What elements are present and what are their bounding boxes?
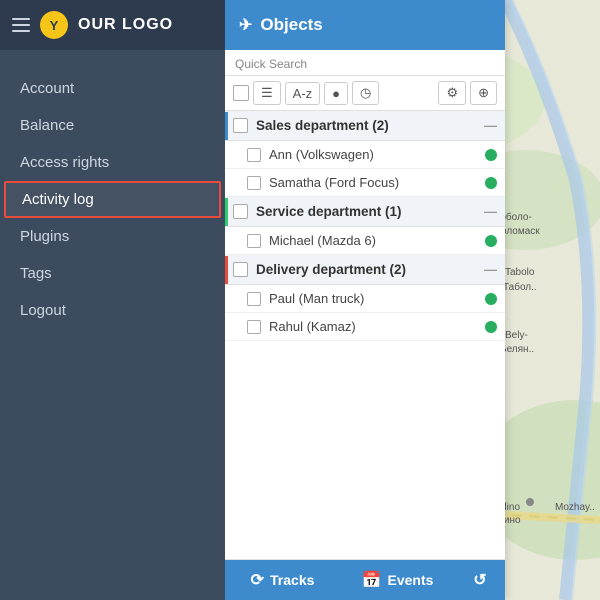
events-button[interactable]: 📅 Events [340,560,455,600]
group-sales[interactable]: Sales department (2) — [225,111,505,141]
sidebar-item-account[interactable]: Account [0,70,225,107]
events-icon: 📅 [362,570,382,590]
toolbar: ☰ A-z ● ◷ ⚙ ⊕ [225,76,505,111]
list-item[interactable]: Samatha (Ford Focus) [225,169,505,197]
svg-text:Табол..: Табол.. [503,281,537,293]
svg-text:Белян..: Белян.. [500,344,534,355]
history-button[interactable]: ↺ [455,560,505,600]
group-delivery[interactable]: Delivery department (2) — [225,255,505,285]
map-area: E30 Речки Наро- Тоболо- шоломаск Tabolо … [225,0,600,600]
item-rahul-checkbox[interactable] [247,320,261,334]
group-service[interactable]: Service department (1) — [225,197,505,227]
sidebar-header: Y OUR LOGO [0,0,225,50]
list-item[interactable]: Michael (Mazda 6) [225,227,505,255]
sidebar: Y OUR LOGO Account Balance Access rights… [0,0,225,600]
list-view-button[interactable]: ☰ [253,81,281,105]
logo-text: OUR LOGO [78,16,173,34]
svg-text:Mozhay..: Mozhay.. [555,502,595,513]
item-ann-label: Ann (Volkswagen) [269,147,477,162]
objects-panel: ✈ Objects Quick Search ☰ A-z ● ◷ ⚙ ⊕ Sal… [225,0,505,600]
item-samatha-checkbox[interactable] [247,176,261,190]
panel-header: ✈ Objects [225,0,505,50]
item-paul-checkbox[interactable] [247,292,261,306]
settings-button[interactable]: ⚙ [438,81,466,105]
list-item[interactable]: Paul (Man truck) [225,285,505,313]
quick-search-label: Quick Search [225,50,505,76]
az-sort-button[interactable]: A-z [285,82,321,105]
sidebar-item-balance[interactable]: Balance [0,107,225,144]
group-service-label: Service department (1) [256,204,402,219]
item-samatha-label: Samatha (Ford Focus) [269,175,477,190]
events-label: Events [388,572,434,588]
menu-icon[interactable] [12,18,30,32]
logo-icon: Y [40,11,68,39]
object-list: Sales department (2) — Ann (Volkswagen) … [225,111,505,559]
sidebar-item-plugins[interactable]: Plugins [0,218,225,255]
logo-letter: Y [50,18,59,33]
select-all-checkbox[interactable] [233,85,249,101]
svg-text:Tabolо: Tabolо [505,267,535,278]
dot-filter-button[interactable]: ● [324,82,348,105]
sidebar-item-access-rights[interactable]: Access rights [0,144,225,181]
tracks-button[interactable]: ⟳ Tracks [225,560,340,600]
sidebar-item-activity-log[interactable]: Activity log [4,181,221,218]
item-rahul-status [485,321,497,333]
item-rahul-label: Rahul (Kamaz) [269,319,477,334]
group-sales-checkbox[interactable] [233,118,248,133]
history-icon: ↺ [473,570,486,590]
tracks-icon: ⟳ [251,570,264,590]
navigation-icon: ✈ [239,15,252,35]
item-michael-label: Michael (Mazda 6) [269,233,477,248]
group-delivery-checkbox[interactable] [233,262,248,277]
panel-footer: ⟳ Tracks 📅 Events ↺ [225,559,505,600]
group-delivery-collapse-icon[interactable]: — [484,262,497,277]
list-item[interactable]: Rahul (Kamaz) [225,313,505,341]
group-sales-label: Sales department (2) [256,118,389,133]
sidebar-item-logout[interactable]: Logout [0,292,225,329]
item-paul-status [485,293,497,305]
sidebar-item-tags[interactable]: Tags [0,255,225,292]
group-sales-collapse-icon[interactable]: — [484,118,497,133]
item-ann-status [485,149,497,161]
item-michael-checkbox[interactable] [247,234,261,248]
sidebar-menu: Account Balance Access rights Activity l… [0,50,225,349]
item-paul-label: Paul (Man truck) [269,291,477,306]
time-filter-button[interactable]: ◷ [352,81,379,105]
item-ann-checkbox[interactable] [247,148,261,162]
svg-text:Bely-: Bely- [505,330,528,341]
item-samatha-status [485,177,497,189]
layers-button[interactable]: ⊕ [470,81,497,105]
group-service-collapse-icon[interactable]: — [484,204,497,219]
list-item[interactable]: Ann (Volkswagen) [225,141,505,169]
group-service-checkbox[interactable] [233,204,248,219]
tracks-label: Tracks [270,572,314,588]
item-michael-status [485,235,497,247]
group-delivery-label: Delivery department (2) [256,262,406,277]
panel-title: Objects [260,15,322,35]
